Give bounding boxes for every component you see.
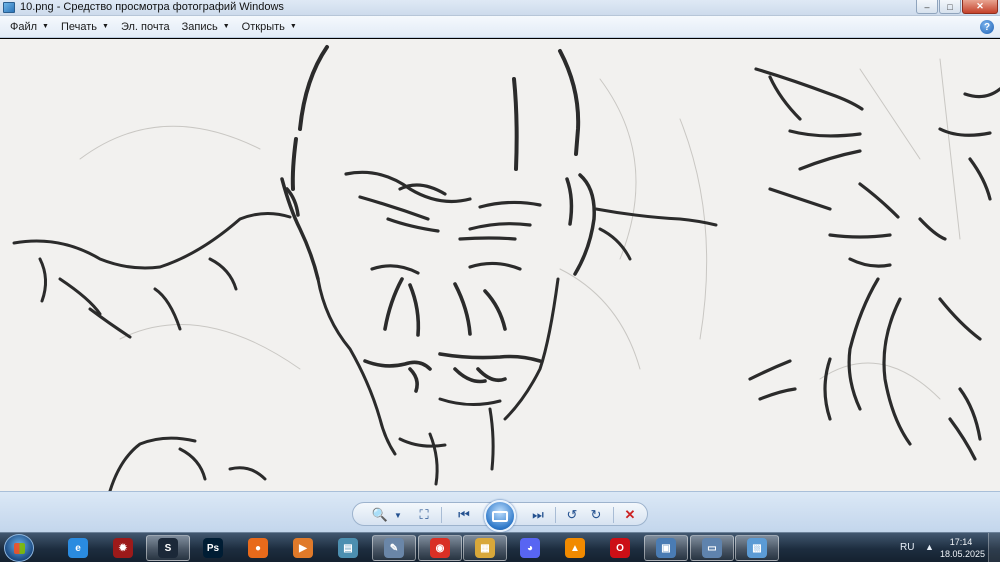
zoom-dropdown-icon[interactable]: ▼ — [389, 506, 407, 524]
toolbar-separator — [441, 507, 442, 523]
taskbar-control-panel-button[interactable]: ▣ — [644, 535, 688, 561]
steam-icon: S — [158, 538, 178, 558]
sketch-image — [12, 45, 1000, 491]
menu-email-label: Эл. почта — [120, 20, 170, 33]
taskbar-app-red-gear-button[interactable]: ✹ — [101, 535, 145, 561]
vlc-icon: ▲ — [565, 538, 585, 558]
taskbar-vlc-button[interactable]: ▲ — [553, 535, 597, 561]
clock-time: 17:14 — [949, 537, 973, 547]
minimize-button[interactable]: – — [916, 0, 938, 14]
remote-desktop-icon: ▭ — [702, 538, 722, 558]
slideshow-icon — [492, 510, 508, 522]
window-title: 10.png - Средство просмотра фотографий W… — [20, 1, 284, 13]
language-indicator[interactable]: RU — [900, 542, 914, 553]
slideshow-button[interactable] — [484, 500, 516, 532]
app-red-gear-icon: ✹ — [113, 538, 133, 558]
show-desktop-button[interactable] — [988, 533, 1000, 562]
rotate-cw-icon[interactable]: ↻ — [587, 506, 605, 524]
menu-open[interactable]: Открыть ▼ — [236, 17, 303, 37]
video-player-icon: ▶ — [293, 538, 313, 558]
title-bar: 10.png - Средство просмотра фотографий W… — [0, 0, 1000, 16]
taskbar-opera-button[interactable]: O — [598, 535, 642, 561]
chrome-icon: ◉ — [430, 538, 450, 558]
taskbar-video-player-button[interactable]: ▶ — [281, 535, 325, 561]
menu-open-label: Открыть — [241, 20, 285, 33]
firefox-icon: ● — [248, 538, 268, 558]
window-controls: – □ ✕ — [916, 0, 998, 14]
toolbar-separator — [555, 507, 556, 523]
paint-icon: ✎ — [384, 538, 404, 558]
fit-icon[interactable]: ⛶ — [415, 506, 433, 524]
delete-icon[interactable]: ✕ — [621, 506, 639, 524]
maximize-button[interactable]: □ — [939, 0, 961, 14]
menu-file[interactable]: Файл ▼ — [4, 17, 55, 37]
discord-icon: ◕ — [520, 538, 540, 558]
taskbar-steam-button[interactable]: S — [146, 535, 190, 561]
notes-app-icon: ▤ — [338, 538, 358, 558]
taskbar-firefox-button[interactable]: ● — [236, 535, 280, 561]
close-button[interactable]: ✕ — [962, 0, 998, 14]
help-icon[interactable]: ? — [980, 20, 994, 34]
taskbar-internet-explorer-button[interactable]: e — [56, 535, 100, 561]
taskbar-chrome-button[interactable]: ◉ — [418, 535, 462, 561]
taskbar-photo-viewer-button[interactable]: ▧ — [735, 535, 779, 561]
photo-viewer-app-icon[interactable] — [3, 2, 15, 13]
internet-explorer-icon: e — [68, 538, 88, 558]
chevron-down-icon: ▼ — [42, 23, 49, 30]
menu-bar: Файл ▼ Печать ▼ Эл. почта Запись ▼ Открыть ▼… — [0, 16, 1000, 38]
menu-print-label: Печать — [60, 20, 98, 33]
control-panel-icon: ▣ — [656, 538, 676, 558]
menu-email[interactable]: Эл. почта — [115, 17, 176, 37]
menu-burn-label: Запись — [181, 20, 218, 33]
clock[interactable]: 17:14 18.05.2025 — [940, 536, 986, 560]
photo-viewer-icon: ▧ — [747, 538, 767, 558]
taskbar-notes-app-button[interactable]: ▤ — [326, 535, 370, 561]
menu-print[interactable]: Печать ▼ — [55, 17, 115, 37]
taskbar-discord-button[interactable]: ◕ — [508, 535, 552, 561]
chevron-down-icon: ▼ — [289, 23, 297, 30]
next-icon[interactable]: ⏭ — [529, 506, 547, 524]
image-canvas[interactable] — [0, 39, 1000, 491]
taskbar: e ✹ S Ps ● ▶ ▤ ✎ ◉ ▦ ◕ ▲ O ▣ ▭ ▧ RU ▲ 17:14 18.05.2025 — [0, 532, 1000, 562]
taskbar-paint-button[interactable]: ✎ — [372, 535, 416, 561]
menu-burn[interactable]: Запись ▼ — [176, 17, 236, 37]
tray-expand-icon[interactable]: ▲ — [925, 542, 934, 552]
file-explorer-icon: ▦ — [475, 538, 495, 558]
previous-icon[interactable]: ⏮ — [455, 506, 473, 524]
taskbar-file-explorer-button[interactable]: ▦ — [463, 535, 507, 561]
clock-date: 18.05.2025 — [940, 549, 986, 559]
opera-icon: O — [610, 538, 630, 558]
toolbar-separator — [613, 507, 614, 523]
taskbar-photoshop-button[interactable]: Ps — [191, 535, 235, 561]
menu-file-label: Файл — [10, 20, 38, 33]
zoom-icon[interactable]: 🔍 — [371, 506, 389, 524]
chevron-down-icon: ▼ — [102, 23, 109, 30]
rotate-ccw-icon[interactable]: ↺ — [563, 506, 581, 524]
photoshop-icon: Ps — [203, 538, 223, 558]
start-button[interactable] — [4, 534, 34, 562]
taskbar-remote-desktop-button[interactable]: ▭ — [690, 535, 734, 561]
chevron-down-icon: ▼ — [222, 23, 230, 30]
